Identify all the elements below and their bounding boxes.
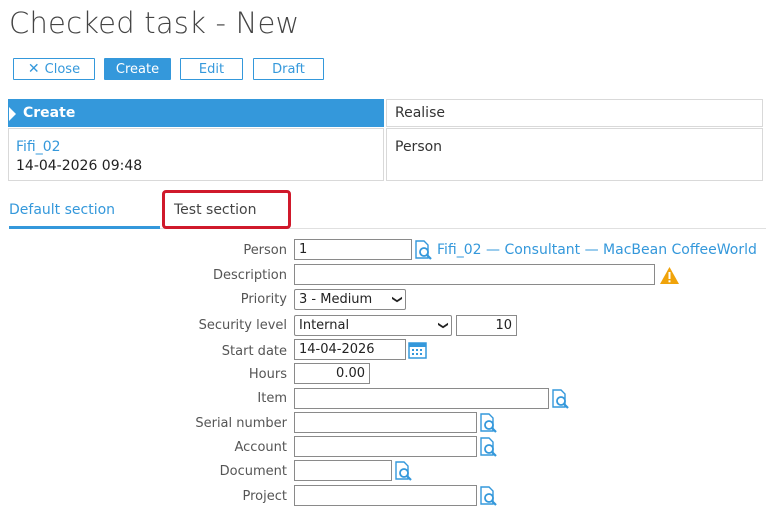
security-level-number-input[interactable]: 10 [456, 315, 517, 336]
document-lookup-icon[interactable] [393, 461, 413, 481]
person-lookup-icon[interactable] [413, 240, 433, 260]
calendar-icon[interactable] [408, 340, 427, 359]
workflow-step-label: Realise [395, 105, 445, 121]
project-input[interactable] [294, 485, 477, 506]
security-level-label: Security level [198, 318, 287, 333]
project-label: Project [242, 489, 287, 504]
person-lookup-link[interactable]: Fifi_02 — Consultant — MacBean CoffeeWor… [437, 242, 757, 258]
document-input[interactable] [294, 460, 392, 481]
document-label: Document [219, 464, 287, 479]
description-input[interactable] [294, 264, 655, 285]
project-lookup-icon[interactable] [478, 486, 498, 506]
item-label: Item [257, 391, 287, 406]
account-label: Account [234, 440, 288, 455]
workflow-step-label: Create [23, 105, 76, 121]
serial-number-input[interactable] [294, 412, 477, 433]
edit-button[interactable]: Edit [180, 58, 243, 80]
create-button[interactable]: Create [104, 58, 171, 80]
tab-test-section[interactable]: Test section [174, 202, 256, 218]
serial-number-lookup-icon[interactable] [478, 413, 498, 433]
create-user-link[interactable]: Fifi_02 [16, 139, 61, 155]
hours-label: Hours [248, 367, 287, 382]
close-button-label: Close [44, 61, 81, 77]
workflow-create-panel: Fifi_02 14-04-2026 09:48 [8, 128, 384, 181]
workflow-step-realise[interactable]: Realise [386, 99, 763, 127]
item-input[interactable] [294, 388, 549, 409]
close-icon: ✕ [27, 61, 40, 77]
active-tab-underline [9, 226, 160, 229]
security-level-select[interactable]: Internal ❯ [294, 315, 452, 336]
workflow-realise-panel: Person [386, 128, 763, 181]
realise-person-label: Person [395, 139, 443, 155]
warning-icon [660, 267, 679, 284]
priority-select-value: 3 - Medium [299, 292, 373, 307]
start-date-label: Start date [221, 344, 287, 359]
person-input[interactable]: 1 [294, 239, 412, 260]
workflow-step-create[interactable]: Create [8, 99, 384, 127]
priority-label: Priority [240, 292, 287, 307]
priority-select[interactable]: 3 - Medium ❯ [294, 289, 406, 310]
account-lookup-icon[interactable] [478, 437, 498, 457]
close-button[interactable]: ✕ Close [13, 58, 95, 80]
hours-input[interactable]: 0.00 [294, 363, 370, 384]
start-date-input[interactable]: 14-04-2026 [294, 339, 406, 360]
security-level-value: Internal [299, 318, 350, 333]
chevron-down-icon: ❯ [437, 321, 449, 330]
account-input[interactable] [294, 436, 477, 457]
draft-button[interactable]: Draft [253, 58, 324, 80]
tab-default-section[interactable]: Default section [9, 202, 115, 218]
chevron-down-icon: ❯ [391, 295, 403, 304]
item-lookup-icon[interactable] [550, 389, 570, 409]
person-label: Person [243, 243, 287, 258]
page-title: Checked task - New [9, 6, 300, 40]
description-label: Description [212, 268, 287, 283]
serial-number-label: Serial number [195, 416, 287, 431]
create-datetime: 14-04-2026 09:48 [16, 158, 143, 174]
